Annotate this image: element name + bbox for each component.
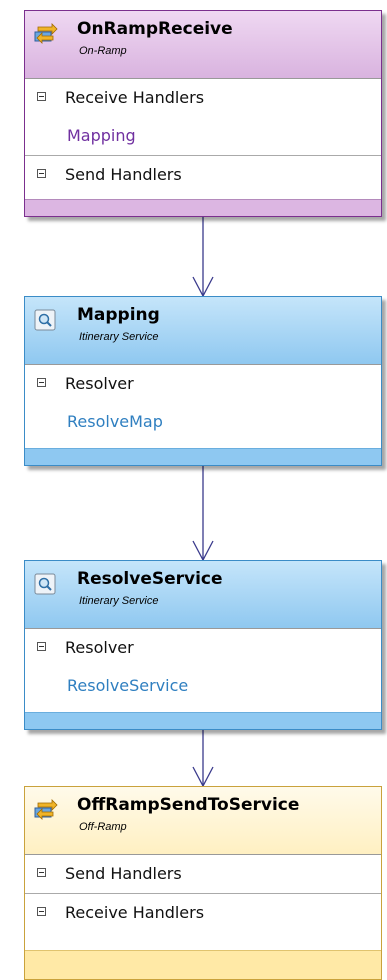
shape-header: OffRampSendToService Off-Ramp <box>25 787 381 855</box>
shape-subtitle: Itinerary Service <box>79 331 159 343</box>
shape-title: ResolveService <box>77 569 223 589</box>
shape-subtitle: On-Ramp <box>79 45 127 57</box>
collapse-icon[interactable] <box>37 642 46 651</box>
shape-subtitle: Off-Ramp <box>79 821 127 833</box>
mapping-shape[interactable]: Mapping Itinerary Service Resolver Resol… <box>24 296 382 466</box>
resolve-service-shape[interactable]: ResolveService Itinerary Service Resolve… <box>24 560 382 730</box>
shape-footer <box>25 712 381 729</box>
shape-title: OffRampSendToService <box>77 795 300 815</box>
service-icon <box>34 309 58 331</box>
group-row-resolver[interactable]: Resolver <box>25 629 381 667</box>
ramp-icon <box>34 799 58 821</box>
collapse-icon[interactable] <box>37 378 46 387</box>
group-row-receive-handlers[interactable]: Receive Handlers <box>25 893 381 931</box>
shape-footer <box>25 950 381 979</box>
shape-subtitle: Itinerary Service <box>79 595 159 607</box>
row-label: Receive Handlers <box>65 903 205 922</box>
ramp-icon <box>34 23 58 45</box>
group-row-resolver[interactable]: Resolver <box>25 365 381 403</box>
shape-footer <box>25 448 381 465</box>
row-label: Mapping <box>67 126 136 145</box>
shape-header: Mapping Itinerary Service <box>25 297 381 365</box>
group-row-send-handlers[interactable]: Send Handlers <box>25 855 381 893</box>
shape-title: Mapping <box>77 305 160 325</box>
child-row-resolveservice[interactable]: ResolveService <box>25 667 381 705</box>
shape-header: ResolveService Itinerary Service <box>25 561 381 629</box>
group-row-receive-handlers[interactable]: Receive Handlers <box>25 79 381 117</box>
shape-header: OnRampReceive On-Ramp <box>25 11 381 79</box>
connector-1 <box>192 216 214 298</box>
collapse-icon[interactable] <box>37 92 46 101</box>
child-row-mapping[interactable]: Mapping <box>25 117 381 155</box>
shape-footer <box>25 199 381 216</box>
service-icon <box>34 573 58 595</box>
collapse-icon[interactable] <box>37 868 46 877</box>
row-label: Resolver <box>65 374 134 393</box>
collapse-icon[interactable] <box>37 907 46 916</box>
row-label: ResolveMap <box>67 412 163 431</box>
connector-2 <box>192 465 214 562</box>
group-row-send-handlers[interactable]: Send Handlers <box>25 155 381 193</box>
row-label: ResolveService <box>67 676 189 695</box>
row-label: Send Handlers <box>65 165 182 184</box>
onramp-receive-shape[interactable]: OnRampReceive On-Ramp Receive Handlers M… <box>24 10 382 217</box>
child-row-resolvemap[interactable]: ResolveMap <box>25 403 381 441</box>
row-label: Receive Handlers <box>65 88 205 107</box>
shape-title: OnRampReceive <box>77 19 233 39</box>
offramp-send-shape[interactable]: OffRampSendToService Off-Ramp Send Handl… <box>24 786 382 980</box>
row-label: Resolver <box>65 638 134 657</box>
row-label: Send Handlers <box>65 864 182 883</box>
collapse-icon[interactable] <box>37 169 46 178</box>
connector-3 <box>192 729 214 788</box>
